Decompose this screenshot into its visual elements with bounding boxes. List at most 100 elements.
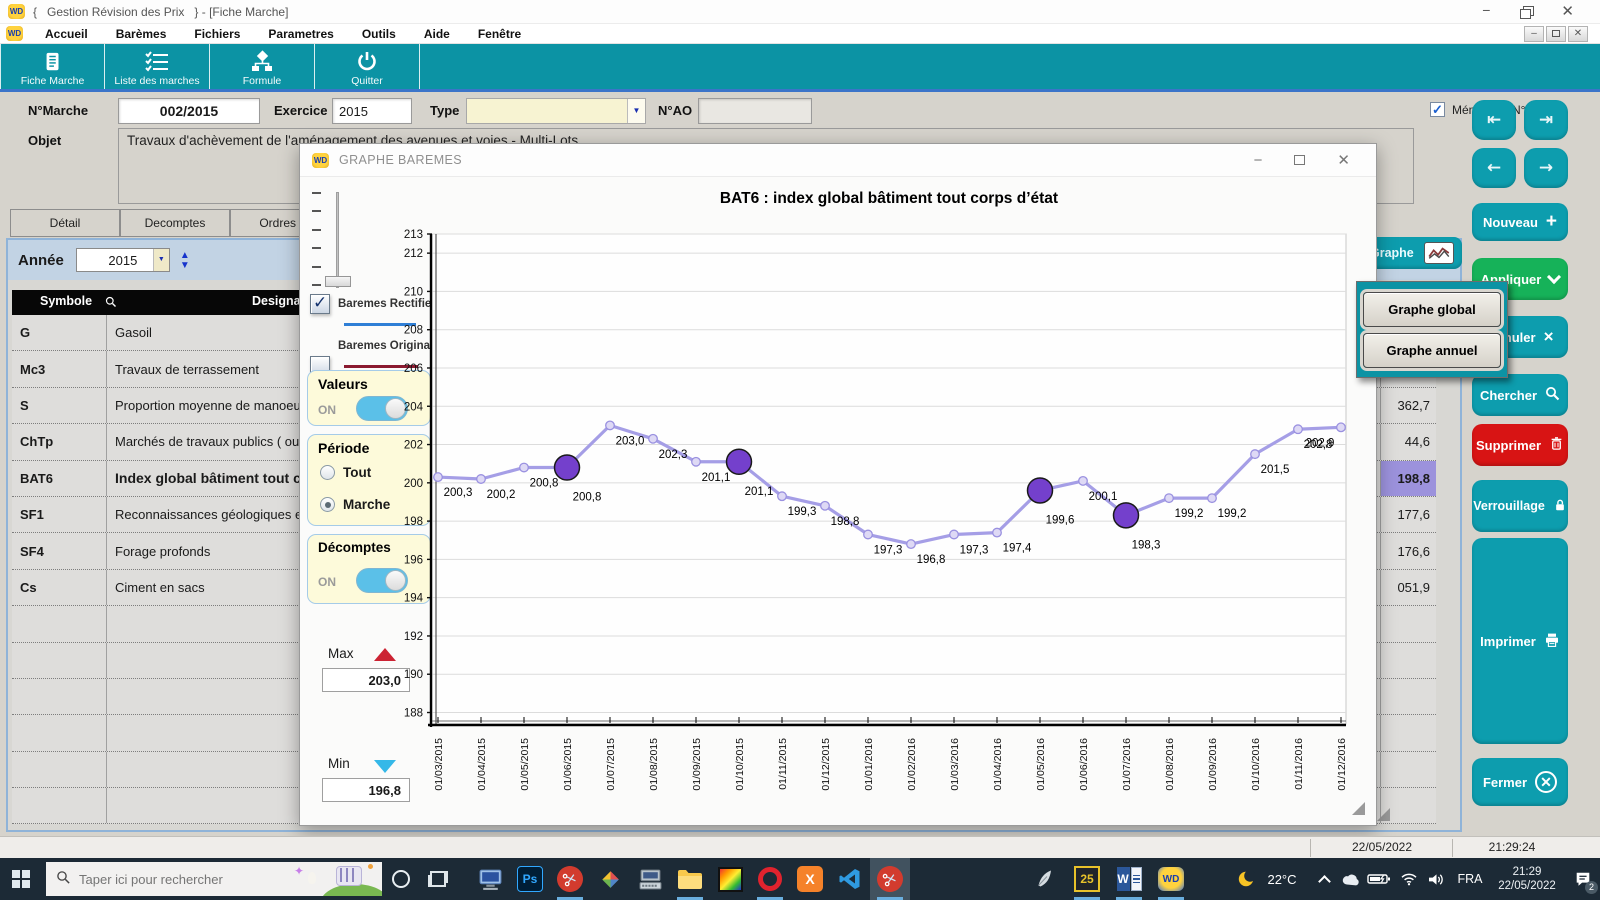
svg-text:199,6: 199,6 (1046, 514, 1075, 526)
verrouillage-button[interactable]: Verrouillage (1472, 480, 1568, 532)
menu-baremes[interactable]: Barèmes (102, 24, 181, 44)
menu-fichiers[interactable]: Fichiers (180, 24, 254, 44)
annee-spinner[interactable]: ▲ ▼ (180, 251, 190, 270)
imprimer-button[interactable]: Imprimer (1472, 538, 1568, 744)
wifi-icon[interactable] (1396, 858, 1422, 900)
minimize-button[interactable]: − (1482, 2, 1490, 22)
line-chart: 1881901921941961982002022042062082102122… (300, 144, 1378, 827)
previous-record-button[interactable]: ← (1472, 148, 1516, 188)
svg-text:01/03/2016: 01/03/2016 (949, 738, 961, 791)
taskbar: ✦ Ps X 25WWD 22°C FRA 21:29 22/05/2022 2 (0, 858, 1600, 900)
mdi-close-button[interactable]: ✕ (1568, 26, 1588, 42)
tab-detail[interactable]: Détail (10, 209, 120, 237)
annee-dropdown[interactable]: 2015 ▼ (76, 248, 170, 272)
n-marche-field[interactable]: 002/2015 (118, 98, 260, 124)
close-button[interactable]: ✕ (1561, 2, 1574, 22)
volume-icon[interactable] (1422, 858, 1450, 900)
weather-moon-icon[interactable] (1232, 858, 1260, 900)
windev-icon[interactable]: WD (1151, 858, 1191, 900)
notification-icon[interactable]: 2 (1568, 858, 1598, 900)
system-config-icon[interactable] (630, 858, 670, 900)
slider-tick (312, 247, 321, 249)
n-ao-field[interactable] (698, 98, 812, 124)
chercher-button[interactable]: Chercher (1472, 374, 1568, 416)
cell-symbole (12, 643, 107, 678)
temperature-text[interactable]: 22°C (1260, 858, 1304, 900)
file-explorer-icon[interactable] (670, 858, 710, 900)
svg-text:198: 198 (404, 516, 423, 528)
svg-text:01/02/2016: 01/02/2016 (906, 738, 918, 791)
svg-text:01/11/2016: 01/11/2016 (1293, 738, 1305, 790)
symbole-header[interactable]: Symbole (40, 294, 92, 308)
toolbar-liste-des-marches-button[interactable]: Liste des marches (105, 44, 210, 89)
task-view-icon[interactable] (430, 871, 446, 887)
tab-strip: DétailDecomptesOrdres de (10, 209, 342, 237)
restore-button[interactable] (1520, 6, 1531, 22)
search-input[interactable] (79, 872, 279, 887)
type-dropdown[interactable]: ▼ (466, 98, 646, 124)
svg-text:200,1: 200,1 (1089, 491, 1118, 503)
svg-text:197,3: 197,3 (960, 545, 989, 557)
clock[interactable]: 21:29 22/05/2022 (1490, 858, 1564, 900)
search-box-illustration: ✦ (292, 862, 382, 896)
cell-value (1380, 643, 1436, 678)
svg-text:01/01/2016: 01/01/2016 (863, 738, 875, 791)
toolbar-button-label: Liste des marches (114, 75, 199, 87)
menu-item-graphe-annuel[interactable]: Graphe annuel (1363, 333, 1501, 368)
first-record-button-icon: ⇤ (1487, 110, 1501, 130)
word-icon[interactable]: W (1109, 858, 1149, 900)
exercice-field[interactable]: 2015 (332, 98, 412, 124)
supprimer-button[interactable]: Supprimer (1472, 424, 1568, 466)
onedrive-cloud-icon[interactable] (1338, 858, 1364, 900)
annee-dropdown-arrow-icon[interactable]: ▼ (153, 249, 169, 271)
dev-diamond-icon[interactable] (590, 858, 630, 900)
photoshop-icon[interactable]: Ps (510, 858, 550, 900)
power-icon (355, 49, 379, 75)
objet-label: Objet (28, 133, 61, 148)
menu-item-graphe-global[interactable]: Graphe global (1363, 292, 1501, 327)
menu-parametres[interactable]: Parametres (254, 24, 347, 44)
vscode-icon[interactable] (830, 858, 870, 900)
start-button[interactable] (12, 870, 32, 888)
snipping-tool-active-icon[interactable] (870, 858, 910, 900)
taskbar-search[interactable]: ✦ (46, 862, 382, 896)
last-record-button[interactable]: ⇥ (1524, 100, 1568, 140)
cortana-icon[interactable] (392, 870, 410, 888)
last-record-button-icon: ⇥ (1539, 110, 1553, 130)
media-viewer-icon[interactable] (710, 858, 750, 900)
xampp-icon[interactable]: X (790, 858, 830, 900)
tab-decomptes[interactable]: Decomptes (120, 209, 230, 237)
svg-text:01/05/2016: 01/05/2016 (1035, 738, 1047, 791)
type-dropdown-arrow-icon[interactable]: ▼ (627, 99, 645, 123)
svg-text:190: 190 (404, 669, 423, 681)
fermer-button[interactable]: Fermer✕ (1472, 758, 1568, 806)
svg-text:188: 188 (404, 708, 423, 720)
pen-tool-icon[interactable] (1025, 858, 1065, 900)
menu-aide[interactable]: Aide (410, 24, 464, 44)
toolbar-formule-button[interactable]: Formule (210, 44, 315, 89)
next-record-button[interactable]: → (1524, 148, 1568, 188)
menu-outils[interactable]: Outils (348, 24, 410, 44)
screenpresso-icon[interactable]: 25 (1067, 858, 1107, 900)
opera-icon[interactable] (750, 858, 790, 900)
battery-icon[interactable] (1364, 858, 1394, 900)
dialog-resize-grip[interactable] (1352, 802, 1365, 815)
mdi-minimize-button[interactable]: – (1524, 26, 1544, 42)
svg-text:203,0: 203,0 (616, 435, 645, 447)
mdi-restore-button[interactable] (1546, 26, 1566, 42)
menu-fenetre[interactable]: Fenêtre (464, 24, 535, 44)
snipping-tool-icon[interactable] (550, 858, 590, 900)
first-record-button[interactable]: ⇤ (1472, 100, 1516, 140)
table-resize-grip[interactable] (1377, 808, 1390, 821)
cell-value (1380, 752, 1436, 787)
nouveau-button[interactable]: Nouveau+ (1472, 203, 1568, 241)
toolbar-fiche-marche-button[interactable]: Fiche Marche (0, 44, 105, 89)
search-icon[interactable] (105, 296, 117, 311)
toolbar-quitter-button[interactable]: Quitter (315, 44, 420, 89)
memoriser-checkbox[interactable]: ✓ (1430, 102, 1445, 117)
menu-accueil[interactable]: Accueil (31, 24, 102, 44)
cell-value: 362,7 (1380, 388, 1436, 423)
language-indicator[interactable]: FRA (1452, 858, 1488, 900)
remote-desktop-icon[interactable] (470, 858, 510, 900)
tray-expand-icon[interactable] (1312, 858, 1336, 900)
